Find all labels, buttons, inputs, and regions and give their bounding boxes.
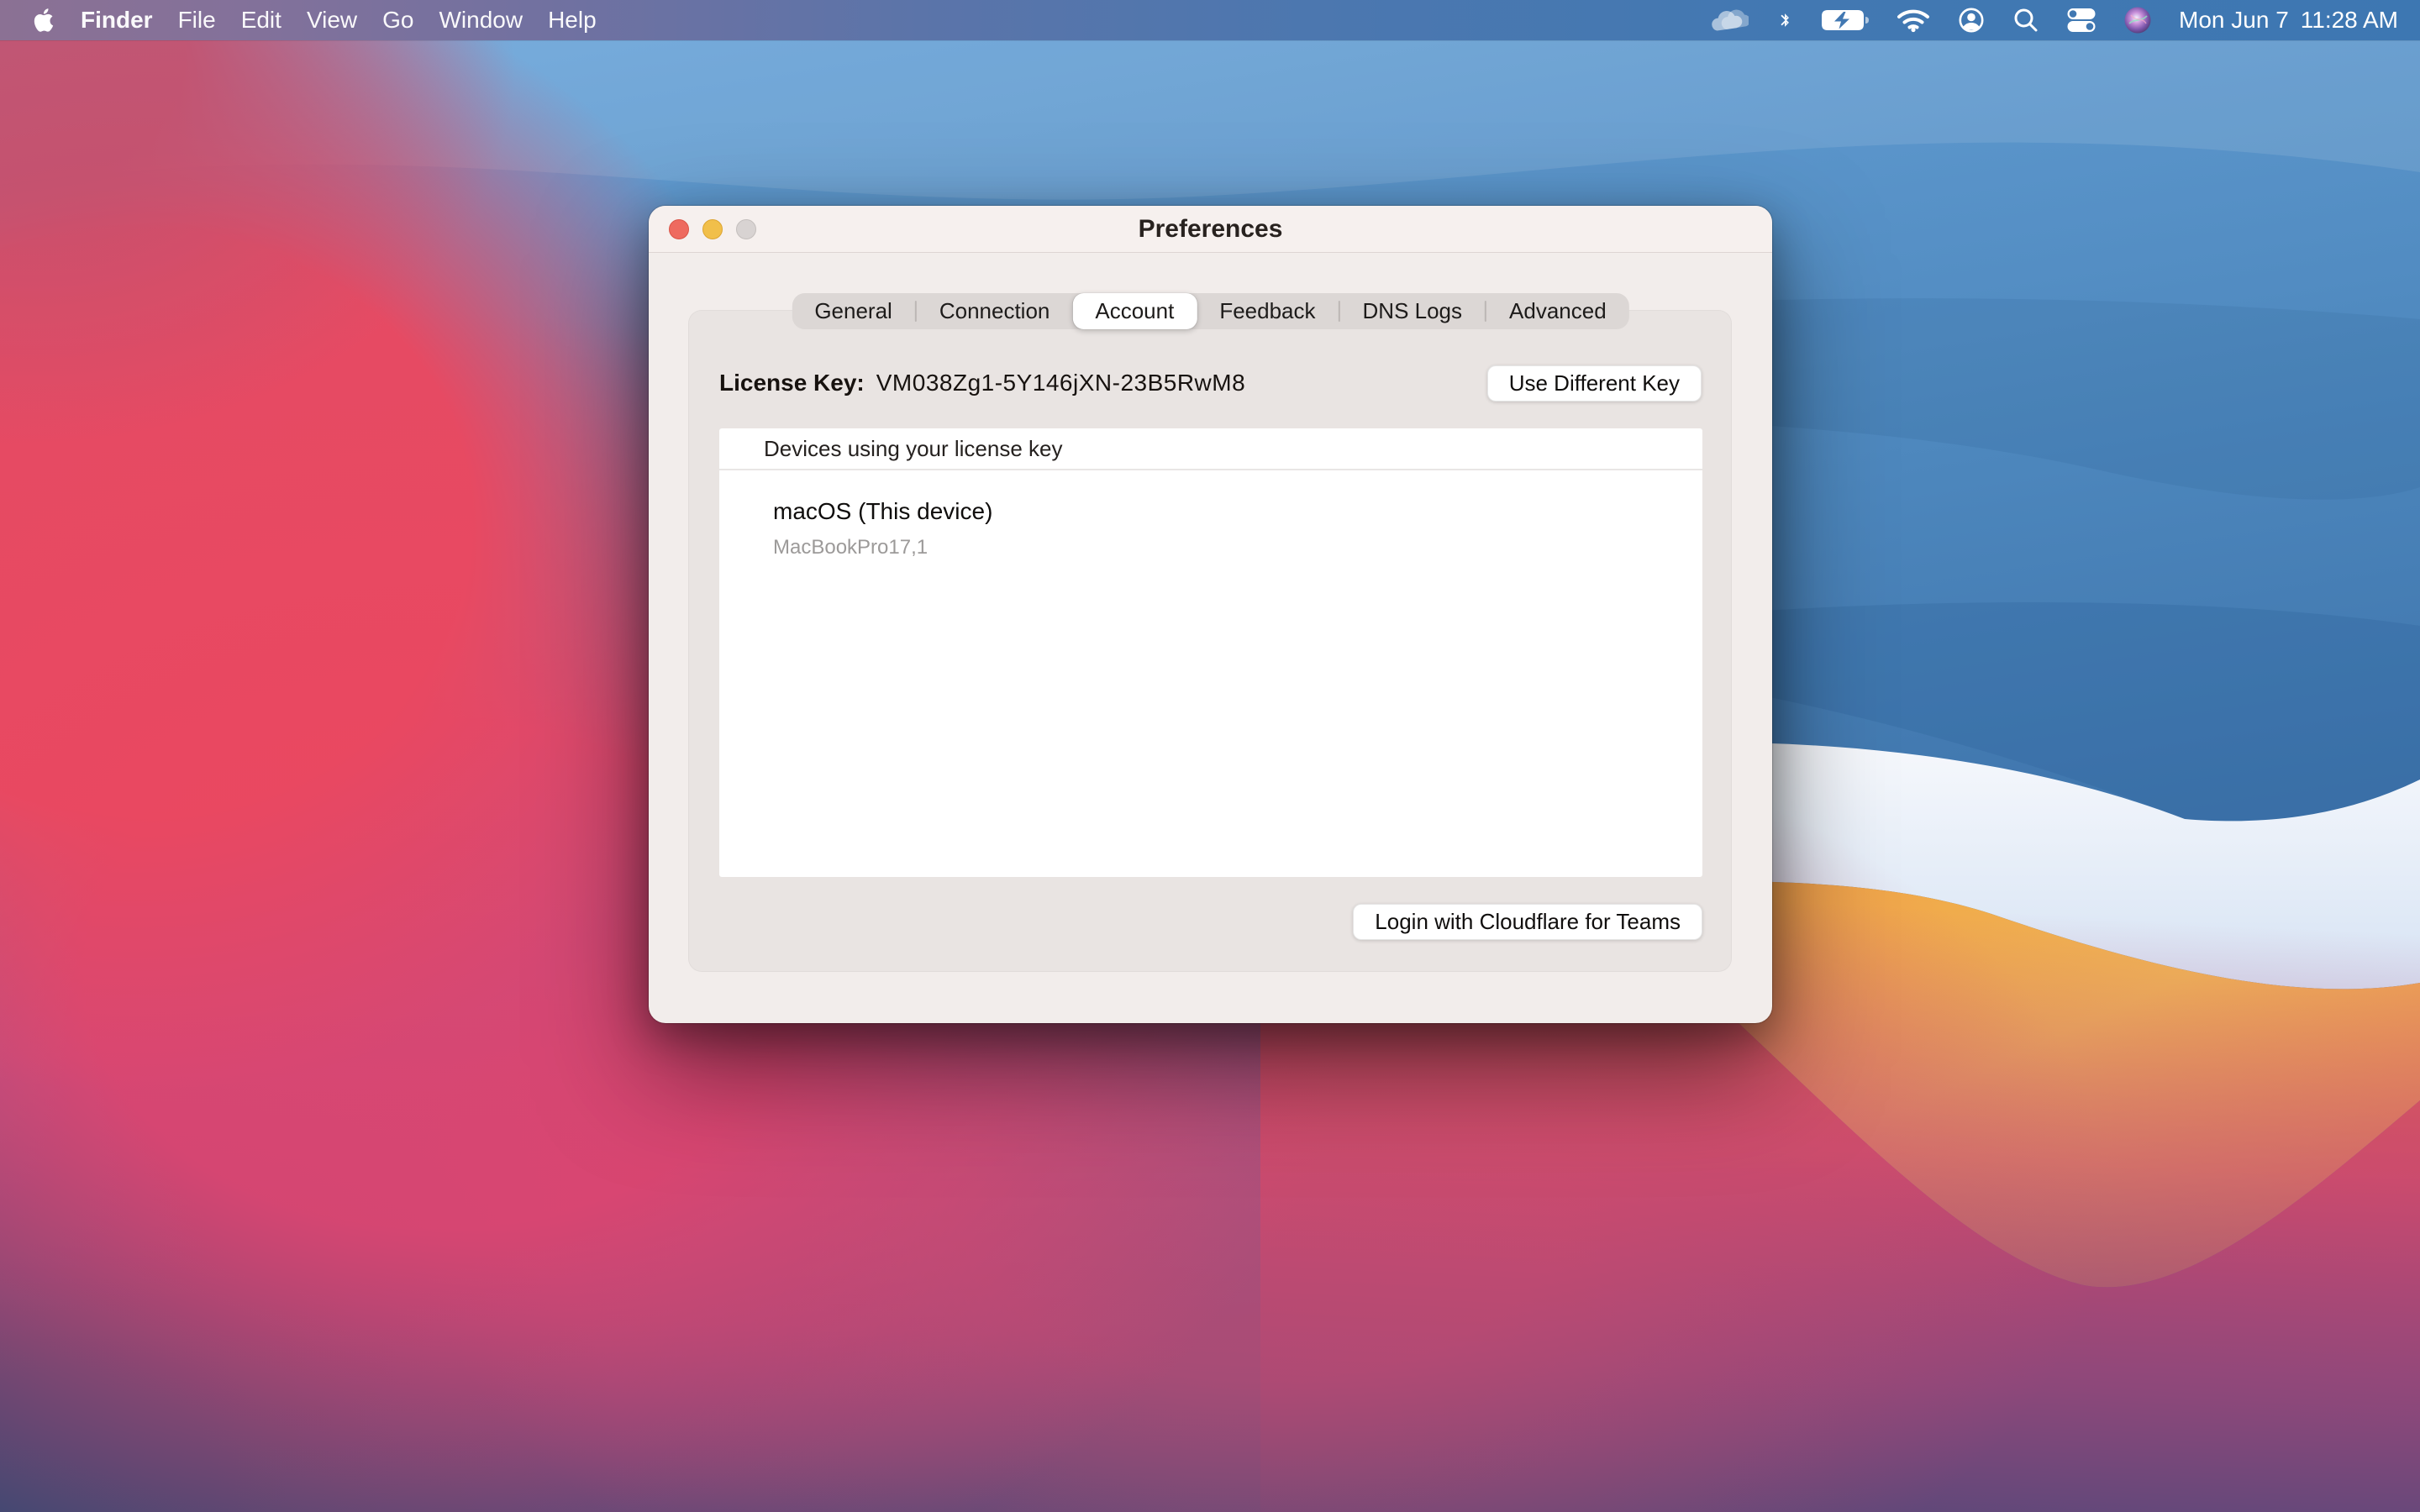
wifi-icon[interactable] bbox=[1897, 8, 1930, 33]
bluetooth-icon[interactable] bbox=[1776, 8, 1794, 33]
close-button[interactable] bbox=[669, 219, 689, 239]
zoom-button-disabled bbox=[736, 219, 756, 239]
tab-feedback[interactable]: Feedback bbox=[1197, 293, 1338, 329]
license-key-value: VM038Zg1-5Y146jXN-23B5RwM8 bbox=[876, 370, 1245, 396]
device-name: macOS (This device) bbox=[773, 498, 1702, 525]
license-key-label: License Key: bbox=[719, 370, 865, 396]
devices-table-body: macOS (This device) MacBookPro17,1 bbox=[719, 470, 1702, 877]
login-cloudflare-teams-button[interactable]: Login with Cloudflare for Teams bbox=[1353, 904, 1702, 940]
devices-table-header: Devices using your license key bbox=[719, 428, 1702, 470]
devices-table: Devices using your license key macOS (Th… bbox=[719, 428, 1702, 877]
menu-item-help[interactable]: Help bbox=[548, 7, 597, 34]
clock-date: Mon Jun 7 bbox=[2179, 7, 2289, 34]
tab-connection[interactable]: Connection bbox=[917, 293, 1073, 329]
window-titlebar[interactable]: Preferences bbox=[649, 206, 1772, 253]
menu-item-view[interactable]: View bbox=[307, 7, 357, 34]
window-title: Preferences bbox=[1139, 215, 1283, 244]
battery-charging-icon[interactable] bbox=[1821, 8, 1870, 33]
user-account-icon[interactable] bbox=[1957, 6, 1986, 34]
panel-footer: Login with Cloudflare for Teams bbox=[1353, 904, 1702, 940]
tab-dns-logs[interactable]: DNS Logs bbox=[1340, 293, 1486, 329]
apple-logo-icon[interactable] bbox=[32, 7, 55, 34]
preferences-tab-bar: General Connection Account Feedback DNS … bbox=[792, 293, 1628, 329]
menu-bar-status-area: Mon Jun 7 11:28 AM bbox=[1712, 6, 2420, 34]
clock-time: 11:28 AM bbox=[2301, 7, 2398, 34]
menu-app-name[interactable]: Finder bbox=[81, 7, 153, 34]
menu-bar-left: Finder File Edit View Go Window Help bbox=[0, 7, 597, 34]
menu-bar: Finder File Edit View Go Window Help bbox=[0, 0, 2420, 40]
traffic-lights bbox=[669, 206, 756, 252]
spotlight-search-icon[interactable] bbox=[2012, 7, 2039, 34]
preferences-window: Preferences General Connection Account F… bbox=[649, 206, 1772, 1023]
menu-item-window[interactable]: Window bbox=[439, 7, 523, 34]
tab-advanced[interactable]: Advanced bbox=[1486, 293, 1629, 329]
device-row[interactable]: macOS (This device) MacBookPro17,1 bbox=[719, 470, 1702, 559]
use-different-key-button[interactable]: Use Different Key bbox=[1487, 365, 1702, 402]
tab-account[interactable]: Account bbox=[1072, 293, 1197, 329]
license-key-row: License Key: VM038Zg1-5Y146jXN-23B5RwM8 … bbox=[719, 348, 1702, 418]
menu-item-file[interactable]: File bbox=[178, 7, 216, 34]
control-center-icon[interactable] bbox=[2066, 8, 2096, 33]
menu-item-go[interactable]: Go bbox=[382, 7, 413, 34]
minimize-button[interactable] bbox=[702, 219, 723, 239]
menu-item-edit[interactable]: Edit bbox=[241, 7, 281, 34]
cloudflare-cloud-icon[interactable] bbox=[1712, 8, 1749, 33]
account-panel: License Key: VM038Zg1-5Y146jXN-23B5RwM8 … bbox=[688, 310, 1732, 972]
siri-icon[interactable] bbox=[2123, 6, 2152, 34]
device-model: MacBookPro17,1 bbox=[773, 536, 1702, 559]
tab-general[interactable]: General bbox=[792, 293, 915, 329]
menu-bar-clock[interactable]: Mon Jun 7 11:28 AM bbox=[2179, 7, 2398, 34]
